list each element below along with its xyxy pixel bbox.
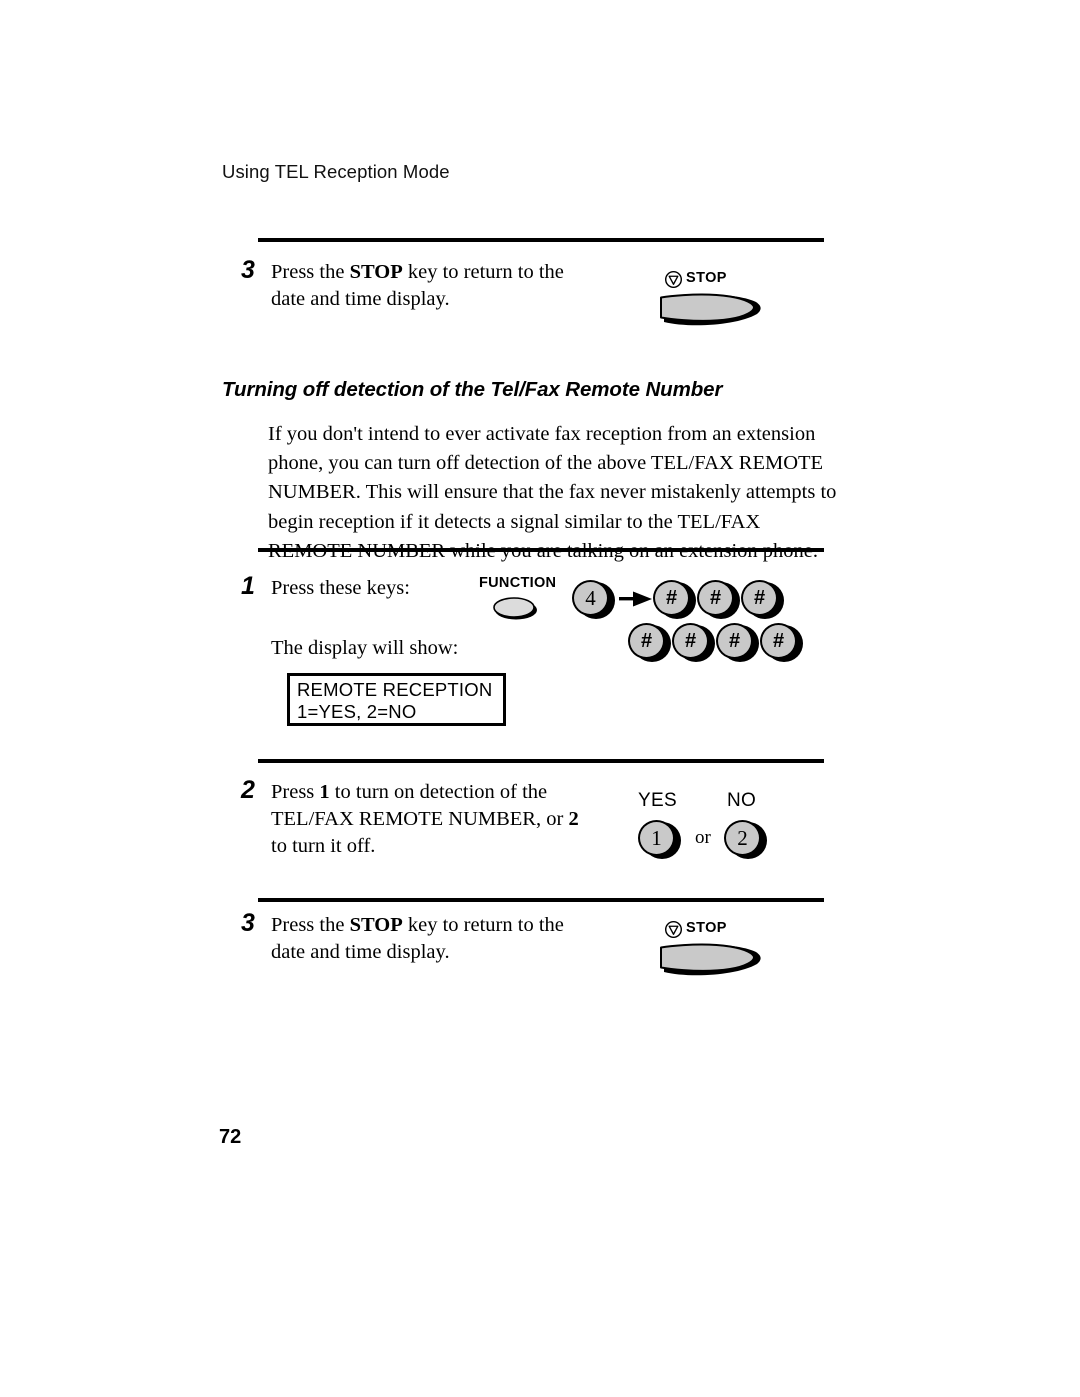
stop-key-graphic-top[interactable]: STOP bbox=[650, 270, 770, 332]
key-face: # bbox=[716, 623, 753, 659]
keypad-key-hash[interactable]: # bbox=[760, 623, 804, 663]
paragraph-line: NUMBER. This will ensure that the fax ne… bbox=[268, 481, 837, 504]
step-text-line2: date and time display. bbox=[271, 941, 450, 963]
keypad-key-4[interactable]: 4 bbox=[572, 580, 616, 620]
step-text-line1: Press 1 to turn on detection of the bbox=[271, 778, 547, 807]
step-text-post: key to return to the bbox=[402, 261, 564, 283]
step-number: 3 bbox=[241, 909, 255, 937]
function-key-label: FUNCTION bbox=[479, 575, 557, 591]
key-face: # bbox=[628, 623, 665, 659]
keypad-key-hash[interactable]: # bbox=[653, 580, 697, 620]
manual-page: Using TEL Reception Mode 3 Press the STO… bbox=[0, 0, 1080, 1397]
key-face: # bbox=[760, 623, 797, 659]
arrow-right-icon bbox=[619, 589, 653, 609]
stop-key-label: STOP bbox=[686, 270, 727, 286]
section-paragraph: If you don't intend to ever activate fax… bbox=[268, 420, 838, 566]
keypad-key-hash[interactable]: # bbox=[672, 623, 716, 663]
stop-key-graphic-bottom[interactable]: STOP bbox=[650, 920, 770, 982]
section-heading: Turning off detection of the Tel/Fax Rem… bbox=[222, 378, 723, 401]
paragraph-line: phone, you can turn off detection of the… bbox=[268, 452, 824, 475]
section-divider bbox=[258, 238, 824, 242]
step-text-line3: to turn it off. bbox=[271, 835, 376, 857]
step-text-pre: Press the bbox=[271, 261, 350, 283]
step-number: 2 bbox=[241, 776, 255, 804]
step-text-post: to turn on detection of the bbox=[329, 781, 548, 803]
section-divider bbox=[258, 759, 824, 763]
keypad-key-hash[interactable]: # bbox=[741, 580, 785, 620]
step-text-pre: Press the bbox=[271, 914, 350, 936]
keypad-key-hash[interactable]: # bbox=[697, 580, 741, 620]
key-face: # bbox=[741, 580, 778, 616]
no-label: NO bbox=[727, 790, 757, 811]
section-divider bbox=[258, 898, 824, 902]
keypad-key-hash[interactable]: # bbox=[628, 623, 672, 663]
page-number: 72 bbox=[219, 1126, 242, 1148]
key-face: # bbox=[653, 580, 690, 616]
keypad-key-2[interactable]: 2 bbox=[724, 820, 768, 860]
stop-key-body bbox=[658, 292, 766, 326]
yes-label: YES bbox=[638, 790, 677, 811]
step-text-bold: 2 bbox=[568, 808, 579, 830]
paragraph-line: begin reception if it detects a signal s… bbox=[268, 510, 761, 533]
stop-key-body bbox=[658, 942, 766, 976]
step-text-line2: TEL/FAX REMOTE NUMBER, or 2 bbox=[271, 805, 579, 834]
step-text-pre: TEL/FAX REMOTE NUMBER, or bbox=[271, 808, 569, 830]
step-text-line1: Press the STOP key to return to the bbox=[271, 911, 564, 940]
or-label: or bbox=[695, 827, 711, 848]
keypad-key-1[interactable]: 1 bbox=[638, 820, 682, 860]
stop-icon bbox=[664, 920, 683, 939]
key-face: 1 bbox=[638, 820, 675, 856]
step-text-line2: The display will show: bbox=[271, 637, 459, 659]
running-header: Using TEL Reception Mode bbox=[222, 161, 450, 182]
step-text-bold: STOP bbox=[349, 261, 403, 283]
step-text-line2: date and time display. bbox=[271, 288, 450, 310]
key-face: 2 bbox=[724, 820, 761, 856]
step-text-line1: Press the STOP key to return to the bbox=[271, 258, 564, 287]
stop-key-label: STOP bbox=[686, 920, 727, 936]
step-number: 3 bbox=[241, 256, 255, 284]
key-face: 4 bbox=[572, 580, 609, 616]
lcd-display: REMOTE RECEPTION 1=YES, 2=NO bbox=[287, 673, 506, 726]
key-face: # bbox=[672, 623, 709, 659]
step-number: 1 bbox=[241, 572, 255, 600]
key-face: # bbox=[697, 580, 734, 616]
lcd-line-1: REMOTE RECEPTION bbox=[297, 679, 493, 700]
keypad-key-hash[interactable]: # bbox=[716, 623, 760, 663]
paragraph-line: If you don't intend to ever activate fax… bbox=[268, 423, 816, 445]
step-text-line1: Press these keys: bbox=[271, 577, 410, 599]
step-text-pre: Press bbox=[271, 781, 320, 803]
section-divider bbox=[258, 548, 824, 552]
step-text-post: key to return to the bbox=[402, 914, 564, 936]
stop-icon bbox=[664, 270, 683, 289]
lcd-line-2: 1=YES, 2=NO bbox=[297, 701, 417, 722]
step-text-bold: STOP bbox=[349, 914, 403, 936]
step-text-bold: 1 bbox=[319, 781, 330, 803]
function-key-pad bbox=[491, 595, 539, 621]
